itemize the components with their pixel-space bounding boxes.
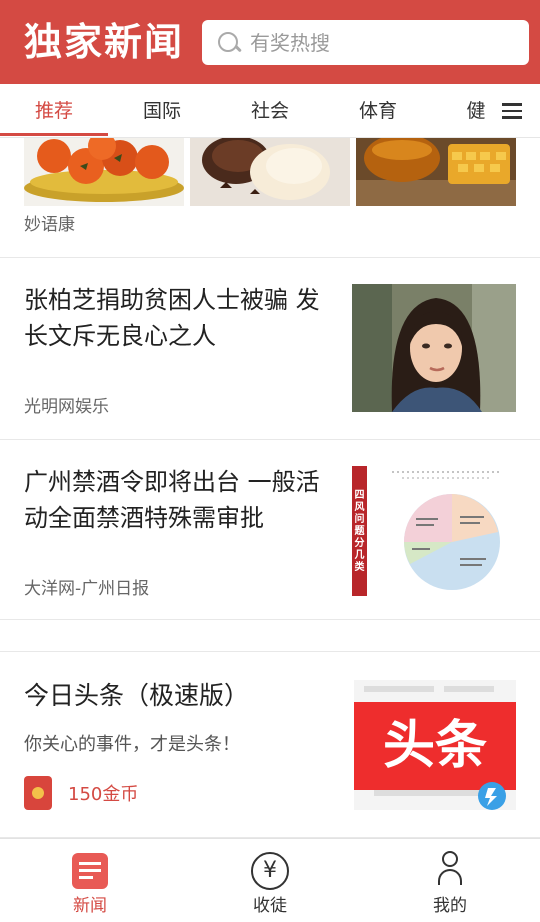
app-page: 独家新闻 推荐 国际 社会 体育 健 (0, 0, 540, 922)
search-input[interactable] (250, 30, 500, 55)
search-bar[interactable] (202, 20, 529, 65)
news-feed[interactable]: 妙语康 张柏芝捐助贫困人士被骗 发 长文斥无良心之人 光明网娱乐 广州禁酒令即将… (0, 138, 540, 838)
news-title: 张柏芝捐助贫困人士被骗 发 长文斥无良心之人 (24, 286, 320, 350)
news-icon (72, 853, 108, 889)
category-tabs: 推荐 国际 社会 体育 健 (0, 84, 540, 138)
menu-icon[interactable] (502, 100, 522, 120)
persimmon-image (24, 138, 184, 206)
toutiao-ad-image: 头条 (354, 680, 516, 810)
news-source: 光明网娱乐 (24, 397, 109, 417)
feed-divider (0, 620, 540, 652)
bottom-nav: 新闻 ¥ 收徒 我的 (0, 838, 540, 922)
news-item[interactable]: 广州禁酒令即将出台 一般活 动全面禁酒特殊需审批 大洋网-广州日报 四风问题分几… (0, 440, 540, 620)
nav-label: 收徒 (253, 896, 287, 916)
ad-item[interactable]: 今日头条（极速版） 你关心的事件，才是头条！ 150金币 头条 (0, 652, 540, 838)
news-item[interactable]: 妙语康 (0, 138, 540, 258)
nav-label: 我的 (433, 896, 467, 916)
news-source: 大洋网-广州日报 (24, 579, 150, 599)
news-source: 妙语康 (24, 215, 75, 235)
news-title: 广州禁酒令即将出台 一般活 动全面禁酒特殊需审批 (24, 468, 320, 532)
profile-icon (438, 851, 462, 885)
infographic-caption: 四风问题分几类 (354, 490, 365, 573)
ice-cream-image (190, 138, 350, 206)
tab-international[interactable]: 国际 (108, 84, 216, 138)
honey-image (356, 138, 516, 206)
yen-icon: ¥ (251, 852, 289, 890)
tab-health[interactable]: 健 (452, 84, 500, 138)
search-icon (216, 30, 242, 56)
nav-profile[interactable]: 我的 (390, 839, 510, 922)
news-item[interactable]: 张柏芝捐助贫困人士被骗 发 长文斥无良心之人 光明网娱乐 (0, 258, 540, 440)
ad-image-text: 头条 (382, 716, 487, 776)
ad-subtitle: 你关心的事件，才是头条！ (24, 734, 240, 755)
app-header: 独家新闻 (0, 0, 540, 84)
nav-apprentice[interactable]: ¥ 收徒 (210, 839, 330, 922)
infographic-image: 四风问题分几类 (352, 466, 516, 596)
tab-recommend[interactable]: 推荐 (0, 84, 108, 138)
tab-society[interactable]: 社会 (216, 84, 324, 138)
tab-sports[interactable]: 体育 (324, 84, 432, 138)
nav-label: 新闻 (73, 896, 107, 916)
app-logo: 独家新闻 (24, 20, 185, 64)
ad-title: 今日头条（极速版） (24, 681, 250, 710)
red-envelope-icon (24, 776, 52, 810)
coin-reward: 150金币 (68, 784, 139, 805)
portrait-photo (352, 284, 516, 412)
active-tab-indicator (0, 133, 108, 136)
nav-news[interactable]: 新闻 (30, 839, 150, 922)
